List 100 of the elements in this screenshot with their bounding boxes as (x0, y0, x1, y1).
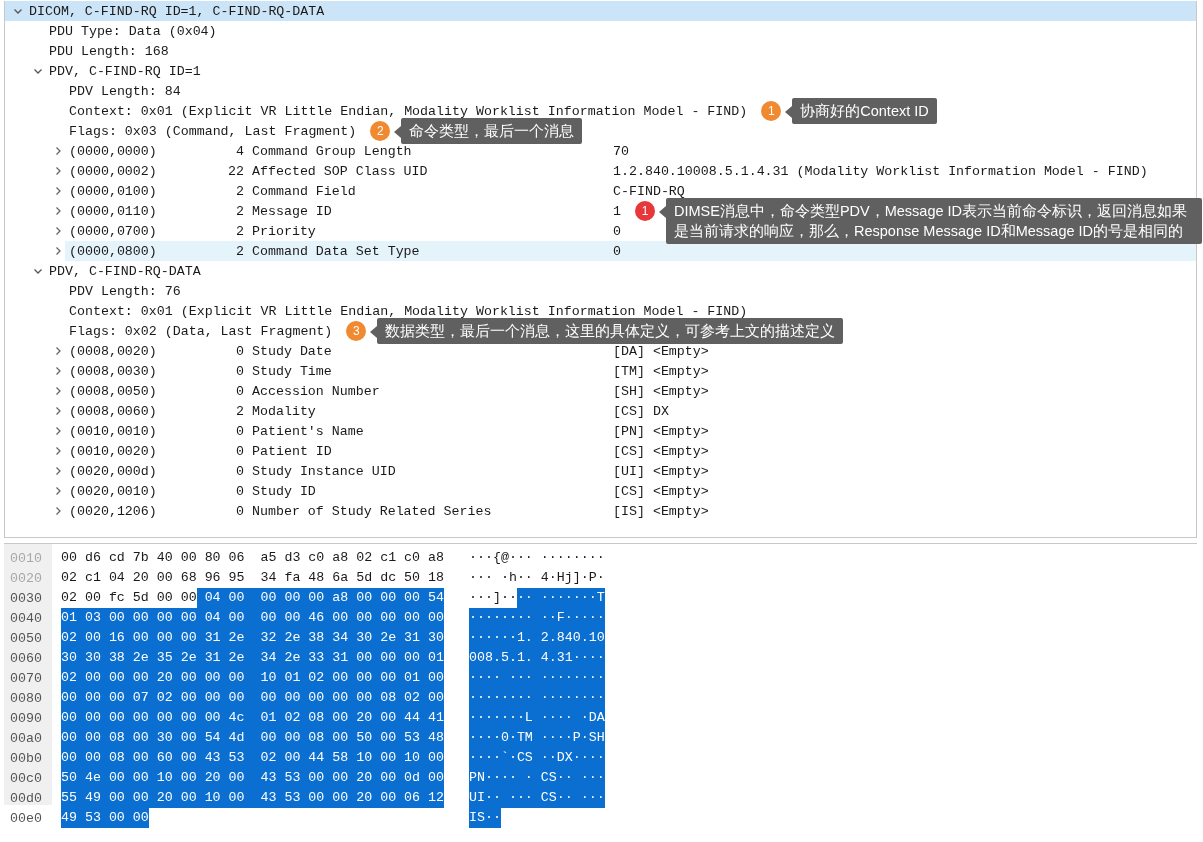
element-value: [TM] <Empty> (613, 363, 709, 379)
element-value: 1.2.840.10008.5.1.4.31 (Modality Worklist Information Model - FIND) (613, 163, 1148, 179)
element-name: Study Date (251, 343, 333, 359)
element-tag[interactable]: (0008,0030) (69, 363, 157, 379)
element-length: 0 (235, 423, 244, 439)
element-length: 0 (235, 343, 244, 359)
expand-chevron-icon[interactable] (53, 206, 63, 216)
expand-chevron-icon[interactable] (53, 386, 63, 396)
expand-chevron-icon[interactable] (53, 226, 63, 236)
element-value: [UI] <Empty> (613, 463, 709, 479)
element-tag[interactable]: (0008,0050) (69, 383, 157, 399)
element-value: C-FIND-RQ (613, 183, 685, 199)
expand-chevron-icon[interactable] (53, 186, 63, 196)
element-tag[interactable]: (0000,0800) (69, 243, 157, 259)
tree-text[interactable]: PDV Length: 84 (69, 83, 181, 99)
byte-offset: 0080 (9, 690, 43, 706)
element-tag[interactable]: (0000,0110) (69, 203, 157, 219)
tree-text[interactable]: Context: 0x01 (Explicit VR Little Endian, Modality Worklist Information Model - FIND) (69, 103, 748, 119)
ascii-bytes: ·· ·······T (516, 588, 605, 608)
expand-chevron-icon[interactable] (53, 246, 63, 256)
expand-chevron-icon[interactable] (53, 166, 63, 176)
element-tag[interactable]: (0000,0002) (69, 163, 157, 179)
ascii-bytes: ···]·· (469, 589, 517, 607)
collapse-chevron-icon[interactable] (33, 66, 43, 76)
element-value: [IS] <Empty> (613, 503, 709, 519)
byte-offset: 00e0 (9, 810, 43, 826)
element-name: Command Field (251, 183, 357, 199)
element-tag[interactable]: (0020,0010) (69, 483, 157, 499)
ascii-bytes: UI·· ··· CS·· ··· (469, 788, 605, 808)
ascii-bytes: ········ ··F····· (469, 608, 605, 628)
hex-bytes: 02 00 00 00 20 00 00 00 10 01 02 00 00 00 01 00 (61, 668, 444, 688)
element-tag[interactable]: (0000,0100) (69, 183, 157, 199)
hex-bytes: 00 00 08 00 60 00 43 53 02 00 44 58 10 00 10 00 (61, 748, 444, 768)
expand-chevron-icon[interactable] (53, 506, 63, 516)
ascii-bytes: IS·· (469, 808, 501, 828)
byte-offset: 00d0 (9, 790, 43, 806)
element-tag[interactable]: (0000,0000) (69, 143, 157, 159)
hex-bytes: 49 53 00 00 (61, 808, 149, 828)
hex-bytes: 01 03 00 00 00 00 04 00 00 00 46 00 00 00 00 00 (61, 608, 444, 628)
element-value: [PN] <Empty> (613, 423, 709, 439)
element-length: 4 (235, 143, 244, 159)
collapse-chevron-icon[interactable] (33, 266, 43, 276)
hex-bytes: 55 49 00 00 20 00 10 00 43 53 00 00 20 00 06 12 (61, 788, 444, 808)
element-tag[interactable]: (0010,0010) (69, 423, 157, 439)
hex-bytes: 02 c1 04 20 00 68 96 95 34 fa 48 6a 5d dc 50 18 (61, 569, 444, 587)
element-length: 2 (235, 223, 244, 239)
hex-bytes: 50 4e 00 00 10 00 20 00 43 53 00 00 20 00 0d 00 (61, 768, 444, 788)
element-value: [SH] <Empty> (613, 383, 709, 399)
byte-offset: 00b0 (9, 750, 43, 766)
number-badge: 2 (370, 121, 391, 141)
element-value: [CS] DX (613, 403, 669, 419)
hex-bytes: 00 d6 cd 7b 40 00 80 06 a5 d3 c0 a8 02 c1 c0 a8 (61, 549, 444, 567)
element-length: 2 (235, 403, 244, 419)
tree-text[interactable]: PDV Length: 76 (69, 283, 181, 299)
byte-offset: 0040 (9, 610, 43, 626)
ascii-bytes: ···· ··· ········ (469, 668, 605, 688)
element-tag[interactable]: (0008,0060) (69, 403, 157, 419)
byte-offset: 0020 (9, 570, 43, 586)
expand-chevron-icon[interactable] (53, 346, 63, 356)
element-name: Command Group Length (251, 143, 413, 159)
element-value: 70 (613, 143, 629, 159)
element-value: 0 (613, 223, 621, 239)
element-tag[interactable]: (0000,0700) (69, 223, 157, 239)
collapse-chevron-icon[interactable] (13, 6, 23, 16)
element-name: Study Time (251, 363, 333, 379)
number-badge: 1 (635, 201, 655, 221)
expand-chevron-icon[interactable] (53, 146, 63, 156)
element-length: 2 (235, 203, 244, 219)
expand-chevron-icon[interactable] (53, 366, 63, 376)
element-value: [DA] <Empty> (613, 343, 709, 359)
tree-text[interactable]: PDV, C-FIND-RQ ID=1 (49, 63, 201, 79)
element-tag[interactable]: (0020,1206) (69, 503, 157, 519)
expand-chevron-icon[interactable] (53, 426, 63, 436)
element-length: 0 (235, 483, 244, 499)
ascii-bytes: ····0·TM ····P·SH (469, 728, 605, 748)
tree-text[interactable]: PDU Type: Data (0x04) (49, 23, 217, 39)
element-tag[interactable]: (0010,0020) (69, 443, 157, 459)
tree-text[interactable]: DICOM, C-FIND-RQ ID=1, C-FIND-RQ-DATA (29, 3, 325, 19)
byte-offset: 0010 (9, 550, 43, 566)
element-value: 1 (613, 203, 621, 219)
hex-bytes: 00 00 00 07 02 00 00 00 00 00 00 00 00 08 02 00 (61, 688, 444, 708)
tree-text[interactable]: Flags: 0x03 (Command, Last Fragment) (69, 123, 357, 139)
element-value: [CS] <Empty> (613, 483, 709, 499)
number-badge: 3 (346, 321, 367, 341)
element-name: Message ID (251, 203, 333, 219)
expand-chevron-icon[interactable] (53, 446, 63, 456)
ascii-bytes: ·······L ···· ·DA (469, 708, 605, 728)
tree-text[interactable]: Context: 0x01 (Explicit VR Little Endian, Modality Worklist Information Model - FIND) (69, 303, 748, 319)
element-name: Study Instance UID (251, 463, 397, 479)
element-tag[interactable]: (0008,0020) (69, 343, 157, 359)
ascii-bytes: ···{@··· ········ (469, 549, 605, 567)
element-value: [CS] <Empty> (613, 443, 709, 459)
tree-text[interactable]: PDU Length: 168 (49, 43, 169, 59)
element-tag[interactable]: (0020,000d) (69, 463, 157, 479)
expand-chevron-icon[interactable] (53, 466, 63, 476)
tree-text[interactable]: PDV, C-FIND-RQ-DATA (49, 263, 201, 279)
annotation-tooltip: DIMSE消息中，命令类型PDV，Message ID表示当前命令标识，返回消息如果是当前请求的响应，那么，Response Message ID和Message ID的号是相同的 (659, 198, 1202, 244)
expand-chevron-icon[interactable] (53, 486, 63, 496)
tree-text[interactable]: Flags: 0x02 (Data, Last Fragment) (69, 323, 333, 339)
expand-chevron-icon[interactable] (53, 406, 63, 416)
